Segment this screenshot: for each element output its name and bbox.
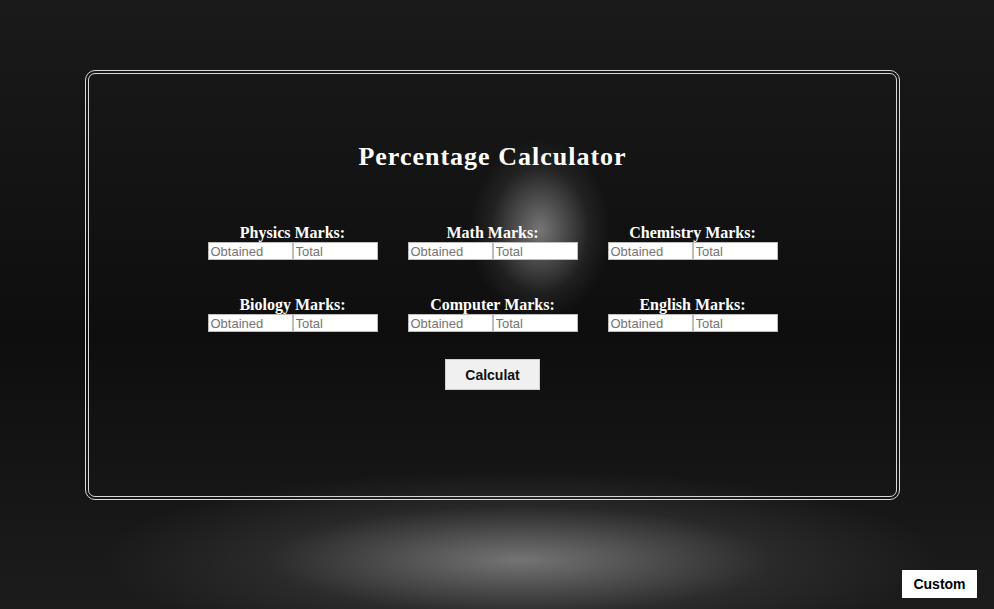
total-input[interactable] [293, 242, 378, 260]
subject-label: Math Marks: [447, 224, 539, 242]
total-input[interactable] [293, 314, 378, 332]
subject-fields [408, 314, 578, 332]
subject-group: Math Marks: [408, 224, 578, 260]
subject-fields [608, 314, 778, 332]
subject-label: Biology Marks: [239, 296, 345, 314]
subject-label: Physics Marks: [240, 224, 345, 242]
subject-label: English Marks: [639, 296, 745, 314]
page: Percentage Calculator Physics Marks: Mat… [0, 0, 994, 609]
subject-group: Physics Marks: [208, 224, 378, 260]
total-input[interactable] [693, 242, 778, 260]
subject-fields [208, 242, 378, 260]
subject-label: Computer Marks: [430, 296, 555, 314]
subject-fields [408, 242, 578, 260]
subject-group: Biology Marks: [208, 296, 378, 332]
obtained-input[interactable] [208, 314, 293, 332]
obtained-input[interactable] [608, 314, 693, 332]
subject-group: Chemistry Marks: [608, 224, 778, 260]
calculate-button[interactable]: Calculat [445, 359, 540, 390]
total-input[interactable] [493, 314, 578, 332]
subject-group: Computer Marks: [408, 296, 578, 332]
subject-label: Chemistry Marks: [629, 224, 756, 242]
custom-button[interactable]: Custom [902, 570, 977, 598]
obtained-input[interactable] [408, 242, 493, 260]
subject-fields [208, 314, 378, 332]
subject-fields [608, 242, 778, 260]
calculator-frame: Percentage Calculator Physics Marks: Mat… [85, 70, 900, 500]
total-input[interactable] [693, 314, 778, 332]
obtained-input[interactable] [208, 242, 293, 260]
obtained-input[interactable] [408, 314, 493, 332]
total-input[interactable] [493, 242, 578, 260]
obtained-input[interactable] [608, 242, 693, 260]
page-title: Percentage Calculator [358, 142, 626, 172]
subject-grid: Physics Marks: Math Marks: Chemistry Mar… [208, 224, 778, 332]
subject-group: English Marks: [608, 296, 778, 332]
